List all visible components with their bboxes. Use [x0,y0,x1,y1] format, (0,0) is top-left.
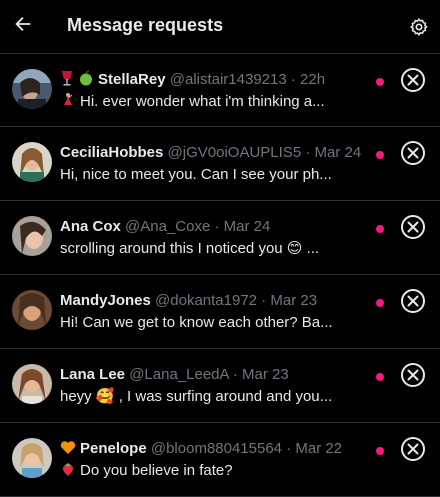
timestamp: Mar 24 [314,144,362,161]
avatar[interactable] [12,216,52,256]
message-preview: Do you believe in fate? [80,462,233,479]
sender-line: Lana Lee @Lana_LeedA · Mar 23 [60,365,372,385]
message-preview-line: Do you believe in fate? [60,461,350,483]
strawberry-icon [60,461,76,483]
timestamp: Mar 24 [223,218,271,235]
sender-handle: @alistair1439213 [169,71,287,88]
gear-icon [410,18,428,36]
dismiss-button[interactable] [401,289,425,313]
timestamp: Mar 23 [242,366,289,383]
sender-name: Ana Cox [60,218,121,235]
unread-dot [376,299,384,307]
sender-line: Ana Cox @Ana_Coxe · Mar 24 [60,217,372,237]
message-preview: heyy 🥰 , I was surfing around and you... [60,388,333,405]
message-preview-line: scrolling around this I noticed you 😊 ..… [60,239,350,259]
sender-line: CeciliaHobbes @jGV0oiOAUPLIS5 · Mar 24 [60,143,372,163]
message-preview-line: heyy 🥰 , I was surfing around and you... [60,387,350,407]
close-icon [407,443,419,455]
dismiss-button[interactable] [401,437,425,461]
close-icon [407,295,419,307]
sender-handle: @Ana_Coxe [125,218,211,235]
close-icon [407,221,419,233]
message-request-row[interactable]: Ana Cox @Ana_Coxe · Mar 24 scrolling aro… [0,201,440,275]
header: Message requests [0,0,440,54]
dismiss-button[interactable] [401,363,425,387]
close-icon [407,147,419,159]
message-request-row[interactable]: CeciliaHobbes @jGV0oiOAUPLIS5 · Mar 24 H… [0,127,440,201]
page-title: Message requests [67,15,224,35]
green-apple-icon [78,70,94,92]
sender-line: Penelope @bloom880415564 · Mar 22 [60,439,372,461]
sender-handle: @jGV0oiOAUPLIS5 [167,144,302,161]
separator: · [286,440,292,457]
dismiss-button[interactable] [401,68,425,92]
unread-dot [376,225,384,233]
separator: · [290,71,296,88]
sender-name: Lana Lee [60,366,126,383]
timestamp: 22h [300,71,326,88]
message-preview: Hi, nice to meet you. Can I see your ph.… [60,166,332,183]
timestamp: Mar 22 [295,440,343,457]
avatar[interactable] [12,290,52,330]
message-preview-line: Hi. ever wonder what i'm thinking a... [60,92,350,114]
message-preview: Hi. ever wonder what i'm thinking a... [80,93,325,110]
unread-dot [376,447,384,455]
avatar[interactable] [12,69,52,109]
separator: · [214,218,220,235]
avatar[interactable] [12,364,52,404]
close-icon [407,369,419,381]
sender-name: CeciliaHobbes [60,144,164,161]
sender-name: Penelope [80,440,147,457]
avatar[interactable] [12,438,52,478]
dancer-icon [60,92,76,114]
message-request-row[interactable]: StellaRey @alistair1439213 · 22h Hi. eve… [0,54,440,127]
dismiss-button[interactable] [401,141,425,165]
message-request-row[interactable]: Penelope @bloom880415564 · Mar 22 Do you… [0,423,440,497]
close-icon [407,74,419,86]
back-button[interactable] [12,13,34,35]
message-preview: Hi! Can we get to know each other? Ba... [60,314,333,331]
wine-glass-icon [60,70,74,92]
settings-button[interactable] [409,17,429,37]
separator: · [261,292,267,309]
sender-handle: @bloom880415564 [150,440,283,457]
sender-line: MandyJones @dokanta1972 · Mar 23 [60,291,372,311]
sender-name: MandyJones [60,292,151,309]
message-preview-line: Hi, nice to meet you. Can I see your ph.… [60,165,350,185]
unread-dot [376,373,384,381]
separator: · [305,144,311,161]
dismiss-button[interactable] [401,215,425,239]
orange-heart-icon [60,440,76,461]
sender-name: StellaRey [98,71,166,88]
message-request-list: StellaRey @alistair1439213 · 22h Hi. eve… [0,54,440,497]
message-preview-line: Hi! Can we get to know each other? Ba... [60,313,350,333]
sender-line: StellaRey @alistair1439213 · 22h [60,70,372,92]
timestamp: Mar 23 [270,292,318,309]
unread-dot [376,151,384,159]
message-preview: scrolling around this I noticed you 😊 ..… [60,240,320,257]
avatar[interactable] [12,142,52,182]
sender-handle: @Lana_LeedA [129,366,229,383]
sender-handle: @dokanta1972 [155,292,258,309]
unread-dot [376,78,384,86]
message-request-row[interactable]: MandyJones @dokanta1972 · Mar 23 Hi! Can… [0,275,440,349]
message-request-row[interactable]: Lana Lee @Lana_LeedA · Mar 23 heyy 🥰 , I… [0,349,440,423]
arrow-left-icon [15,16,31,32]
separator: · [232,366,238,383]
